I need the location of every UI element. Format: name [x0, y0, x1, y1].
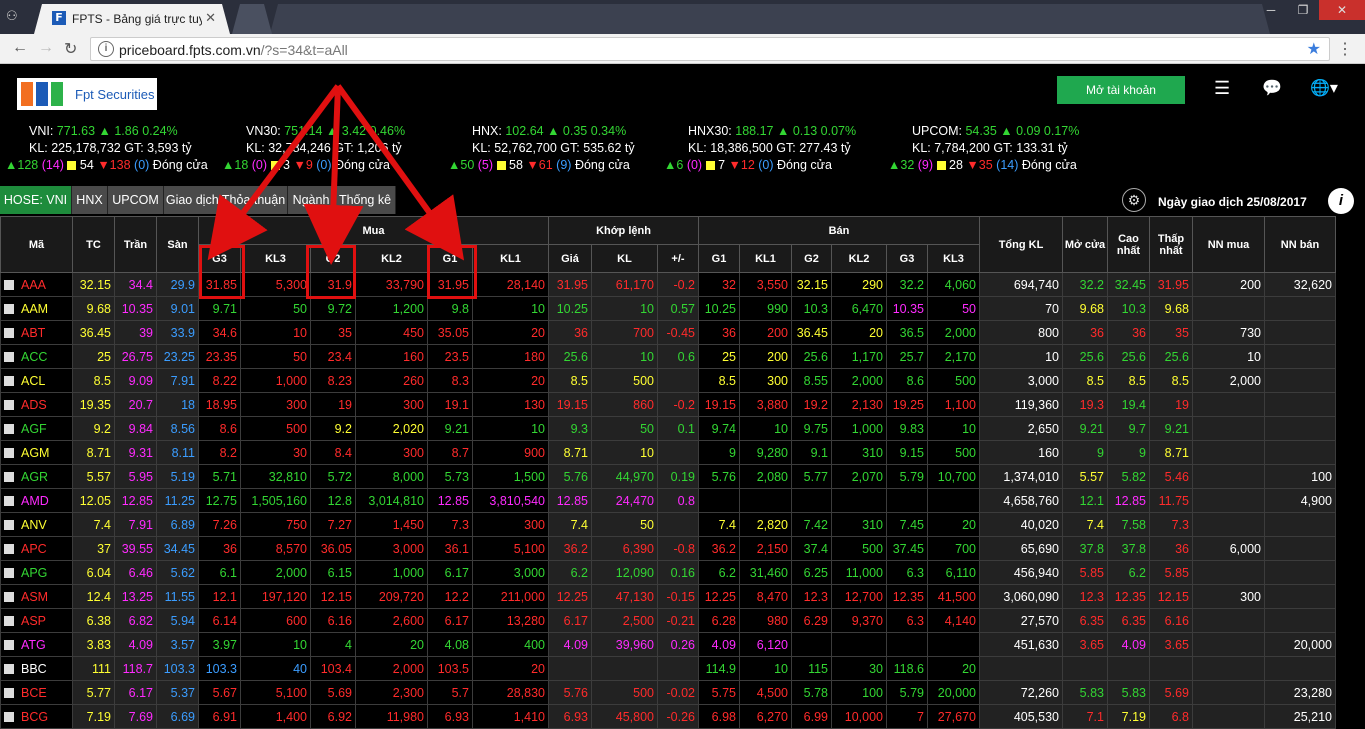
- annotation-arrows: [207, 84, 465, 265]
